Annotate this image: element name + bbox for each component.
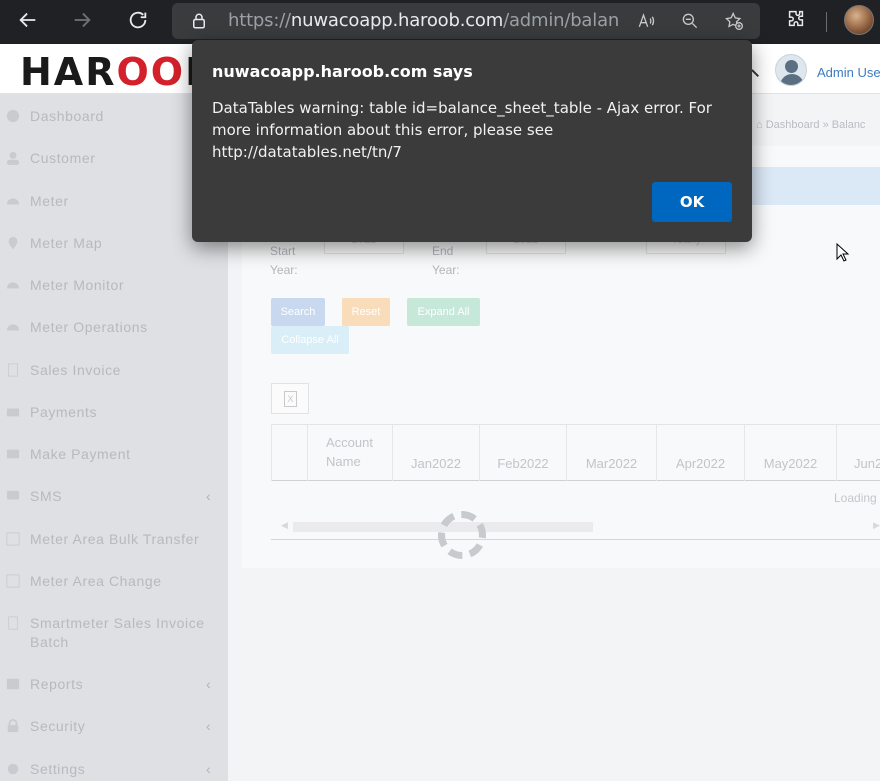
excel-icon: X bbox=[284, 391, 297, 407]
sidebar-item-label: SMS bbox=[30, 487, 63, 504]
add-favorite-icon[interactable] bbox=[724, 11, 744, 31]
breadcrumb-separator: » bbox=[822, 119, 829, 131]
lock-icon[interactable] bbox=[190, 12, 208, 30]
sidebar-item-label: Meter Area Bulk Transfer bbox=[30, 530, 200, 547]
address-bar[interactable]: https://nuwacoapp.haroob.com/admin/balan… bbox=[172, 3, 760, 39]
sidebar-item-label: Customer bbox=[30, 149, 96, 166]
column-header-apr2022[interactable]: Apr2022 bbox=[656, 425, 744, 481]
edit-icon bbox=[6, 574, 20, 588]
table-header-row: Account Name Jan2022 Feb2022 Mar2022 Apr… bbox=[271, 424, 880, 481]
url-text[interactable]: https://nuwacoapp.haroob.com/admin/balan… bbox=[228, 10, 618, 31]
money-icon bbox=[6, 408, 20, 417]
sidebar-item-label: Make Payment bbox=[30, 445, 131, 462]
sidebar-item-settings[interactable]: Settings ‹ bbox=[0, 749, 228, 781]
chevron-left-icon[interactable]: ‹ bbox=[206, 488, 211, 504]
file-icon bbox=[8, 616, 18, 630]
sidebar-item-meter-operations[interactable]: Meter Operations bbox=[0, 307, 228, 347]
refresh-icon[interactable] bbox=[124, 6, 152, 34]
sms-icon bbox=[6, 490, 20, 500]
browser-toolbar: https://nuwacoapp.haroob.com/admin/balan… bbox=[0, 0, 880, 44]
sidebar-item-label: Meter Monitor bbox=[30, 276, 125, 293]
sidebar-item-label: Dashboard bbox=[30, 107, 104, 124]
sidebar-item-make-payment[interactable]: Make Payment bbox=[0, 434, 228, 474]
start-year-label: Start Year: bbox=[270, 244, 298, 277]
dialog-title: nuwacoapp.haroob.com says bbox=[212, 62, 473, 81]
sidebar-item-label: Meter bbox=[30, 192, 69, 209]
sidebar-item-label: Meter Operations bbox=[30, 318, 148, 335]
chart-icon bbox=[6, 678, 20, 690]
reset-button[interactable]: Reset bbox=[342, 298, 390, 326]
ok-button[interactable]: OK bbox=[652, 182, 732, 222]
export-excel-button[interactable]: X bbox=[271, 383, 309, 414]
column-header-feb2022[interactable]: Feb2022 bbox=[479, 425, 566, 481]
sidebar-item-meter-monitor[interactable]: Meter Monitor bbox=[0, 265, 228, 305]
sidebar-item-payments[interactable]: Payments bbox=[0, 392, 228, 432]
sidebar-item-sms[interactable]: SMS ‹ bbox=[0, 476, 228, 516]
map-pin-icon bbox=[8, 236, 18, 250]
lock-icon bbox=[7, 719, 19, 733]
sidebar-item-label: Meter Map bbox=[30, 234, 103, 251]
gear-icon bbox=[7, 763, 19, 775]
zoom-out-icon[interactable] bbox=[680, 11, 700, 31]
dialog-message: DataTables warning: table id=balance_she… bbox=[212, 99, 712, 161]
admin-user-link[interactable]: Admin User bbox=[817, 65, 880, 80]
alert-dialog: nuwacoapp.haroob.com says DataTables war… bbox=[192, 40, 752, 242]
sidebar-item-reports[interactable]: Reports ‹ bbox=[0, 664, 228, 704]
chevron-left-icon[interactable]: ‹ bbox=[206, 761, 211, 777]
column-header-jun2022[interactable]: Jun2 bbox=[836, 425, 880, 481]
credit-card-icon bbox=[6, 449, 20, 459]
extensions-icon[interactable] bbox=[785, 8, 807, 30]
edit-icon bbox=[6, 532, 20, 546]
breadcrumb-current: Balanc bbox=[831, 119, 866, 131]
sidebar-item-label: Sales Invoice bbox=[30, 361, 122, 378]
sidebar-item-meter-area-change[interactable]: Meter Area Change bbox=[0, 561, 228, 601]
sidebar-item-label: Payments bbox=[30, 403, 98, 420]
dashboard-icon bbox=[6, 109, 20, 123]
column-header-may2022[interactable]: May2022 bbox=[744, 425, 836, 481]
mouse-cursor-icon bbox=[836, 243, 850, 262]
toolbar-separator bbox=[826, 12, 827, 32]
breadcrumb: ⌂ Dashboard » Balanc bbox=[756, 119, 865, 131]
collapse-all-button[interactable]: Collapse All bbox=[271, 326, 349, 354]
scroll-right-icon[interactable]: ▶ bbox=[873, 520, 880, 531]
profile-avatar[interactable] bbox=[844, 5, 874, 35]
gauge-icon bbox=[6, 198, 20, 205]
breadcrumb-dashboard-link[interactable]: Dashboard bbox=[766, 119, 820, 131]
search-button[interactable]: Search bbox=[271, 298, 325, 326]
column-header-account-name[interactable]: Account Name bbox=[307, 425, 392, 481]
expand-all-button[interactable]: Expand All bbox=[407, 298, 480, 326]
sidebar-item-label: Reports bbox=[30, 675, 84, 692]
sidebar-item-sales-invoice[interactable]: Sales Invoice bbox=[0, 350, 228, 390]
column-header-expand[interactable] bbox=[271, 425, 307, 481]
back-arrow-icon[interactable] bbox=[14, 6, 42, 34]
sidebar-item-label: Settings bbox=[30, 760, 86, 777]
file-icon bbox=[8, 363, 18, 377]
gauge-icon bbox=[6, 282, 20, 289]
chevron-left-icon[interactable]: ‹ bbox=[206, 718, 211, 734]
user-icon bbox=[6, 151, 20, 165]
scroll-left-icon[interactable]: ◀ bbox=[281, 520, 288, 531]
column-header-jan2022[interactable]: Jan2022 bbox=[392, 425, 479, 481]
loading-spinner-icon bbox=[438, 511, 486, 559]
sidebar-item-meter-area-bulk-transfer[interactable]: Meter Area Bulk Transfer bbox=[0, 519, 228, 559]
loading-text: Loading bbox=[834, 491, 877, 505]
sidebar-item-smartmeter-sales-invoice-batch[interactable]: Smartmeter Sales Invoice Batch bbox=[0, 614, 228, 670]
sidebar-item-label: Smartmeter Sales Invoice Batch bbox=[30, 615, 205, 650]
horizontal-scrollbar[interactable]: ◀ ▶ bbox=[281, 520, 880, 534]
sidebar-item-label: Meter Area Change bbox=[30, 572, 162, 589]
sidebar-item-label: Security bbox=[30, 717, 86, 734]
column-header-mar2022[interactable]: Mar2022 bbox=[566, 425, 656, 481]
home-icon: ⌂ bbox=[756, 119, 763, 131]
read-aloud-icon[interactable] bbox=[636, 11, 656, 31]
sidebar-item-security[interactable]: Security ‹ bbox=[0, 706, 228, 746]
forward-arrow-icon[interactable] bbox=[68, 6, 96, 34]
chevron-left-icon[interactable]: ‹ bbox=[206, 676, 211, 692]
avatar[interactable] bbox=[775, 54, 807, 86]
gauge-icon bbox=[6, 324, 20, 331]
end-year-label: End Year: bbox=[432, 244, 460, 277]
panel-heading bbox=[740, 167, 880, 205]
